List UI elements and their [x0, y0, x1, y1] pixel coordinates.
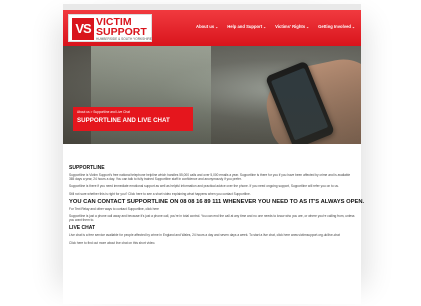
main-content: SUPPORTLINE Supportline is Victim Suppor… [69, 165, 365, 248]
site-header: VS VICTIM SUPPORT HUMBERSIDE & SOUTH YOR… [63, 10, 361, 46]
chevron-down-icon: ⌄ [306, 24, 310, 29]
nav-item-label: Getting Involved [318, 24, 351, 29]
nav-item-victims-rights[interactable]: Victims' Rights ⌄ [275, 24, 309, 29]
supportline-heading: SUPPORTLINE [69, 165, 105, 171]
breadcrumb[interactable]: About us > Supportline and Live Chat [77, 110, 189, 114]
page: VS VICTIM SUPPORT HUMBERSIDE & SOUTH YOR… [63, 4, 365, 304]
contact-heading: YOU CAN CONTACT SUPPORTLINE ON 08 08 16 … [69, 198, 365, 205]
main-nav: About us ⌄ Help and Support ⌄ Victims' R… [196, 24, 355, 29]
nav-item-label: About us [196, 24, 215, 29]
video-link-text[interactable]: Still not sure whether this is right for… [69, 192, 355, 196]
chevron-down-icon: ⌄ [215, 24, 219, 29]
live-chat-paragraph[interactable]: Live chat is a free service available fo… [69, 233, 355, 237]
live-chat-video-link[interactable]: Click here to find out more about live c… [69, 241, 355, 245]
text-relay-link[interactable]: For Text Relay and other ways to contact… [69, 207, 355, 211]
victim-support-logo[interactable]: VS VICTIM SUPPORT HUMBERSIDE & SOUTH YOR… [68, 14, 152, 42]
phone-call-paragraph: Supportline is just a phone call away an… [69, 214, 355, 223]
supportline-description: Supportline is there if you need immedia… [69, 184, 339, 189]
supportline-intro: Supportline is Victim Support's free nat… [69, 173, 351, 182]
logo-name: VICTIM SUPPORT [96, 17, 147, 38]
chevron-down-icon: ⌄ [263, 24, 267, 29]
nav-item-label: Victims' Rights [275, 24, 306, 29]
page-title: SUPPORTLINE AND LIVE CHAT [77, 117, 170, 124]
logo-name-line2: SUPPORT [96, 26, 147, 38]
nav-item-help-and-support[interactable]: Help and Support ⌄ [227, 24, 266, 29]
nav-item-label: Help and Support [227, 24, 263, 29]
live-chat-heading: LIVE CHAT [69, 225, 96, 232]
logo-subtitle: HUMBERSIDE & SOUTH YORKSHIRE [96, 37, 152, 41]
nav-item-about-us[interactable]: About us ⌄ [196, 24, 218, 29]
logo-mark: VS [72, 18, 94, 40]
hero-title-box: About us > Supportline and Live Chat SUP… [73, 107, 193, 131]
hero-banner: About us > Supportline and Live Chat SUP… [63, 46, 361, 144]
chevron-down-icon: ⌄ [351, 24, 355, 29]
nav-item-getting-involved[interactable]: Getting Involved ⌄ [318, 24, 355, 29]
